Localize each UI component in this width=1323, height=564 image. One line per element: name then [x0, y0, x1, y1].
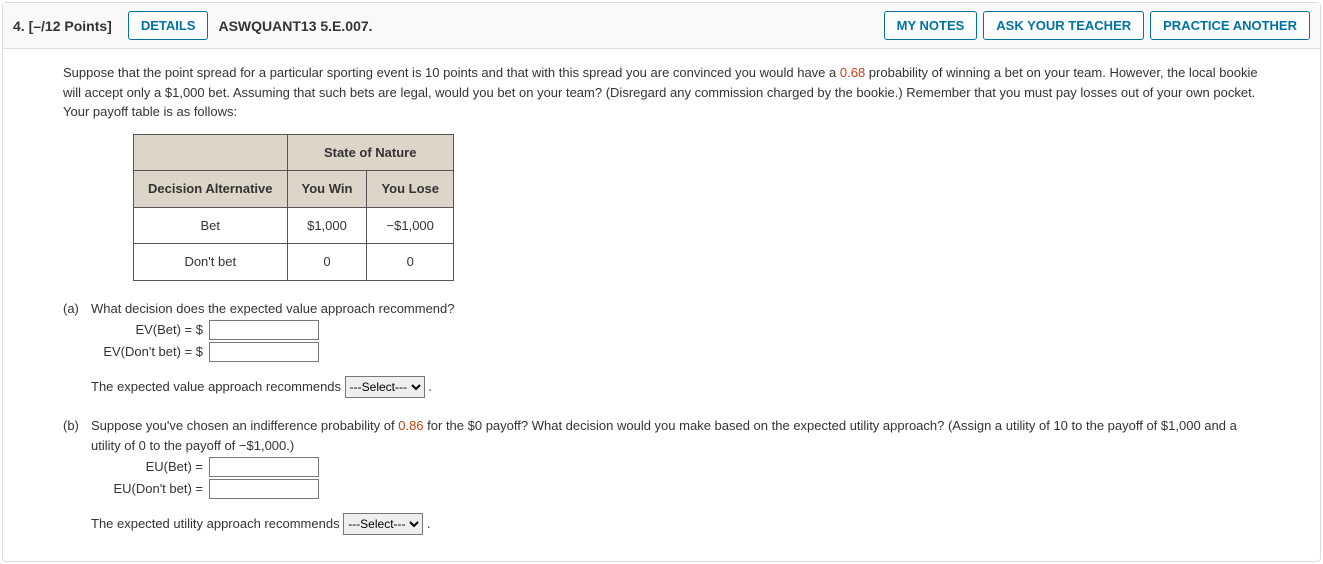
- indiff-prob: 0.86: [398, 418, 423, 433]
- period: .: [427, 516, 431, 531]
- ev-dont-input[interactable]: [209, 342, 319, 362]
- col-you-win: You Win: [287, 171, 367, 208]
- eu-dont-input[interactable]: [209, 479, 319, 499]
- ev-bet-label: EV(Bet) = $: [91, 320, 209, 340]
- my-notes-button[interactable]: MY NOTES: [884, 11, 978, 40]
- part-a-select[interactable]: ---Select---: [345, 376, 425, 398]
- table-row: Don't bet 0 0: [134, 244, 454, 281]
- row-dontbet-lose: 0: [367, 244, 454, 281]
- question-body: Suppose that the point spread for a part…: [3, 49, 1320, 561]
- eu-dont-label: EU(Don't bet) =: [91, 479, 209, 499]
- row-bet-lose: −$1,000: [367, 207, 454, 244]
- row-dontbet-label: Don't bet: [134, 244, 288, 281]
- part-b-select[interactable]: ---Select---: [343, 513, 423, 535]
- state-header: State of Nature: [287, 134, 453, 171]
- part-b: (b) Suppose you've chosen an indifferenc…: [63, 416, 1270, 501]
- part-b-label: (b): [63, 416, 91, 501]
- part-a-label: (a): [63, 299, 91, 365]
- question-number: 4. [–/12 Points]: [13, 18, 112, 34]
- probability-value: 0.68: [840, 65, 865, 80]
- payoff-table: State of Nature Decision Alternative You…: [133, 134, 454, 281]
- ev-bet-input[interactable]: [209, 320, 319, 340]
- ask-teacher-button[interactable]: ASK YOUR TEACHER: [983, 11, 1144, 40]
- reference-code: ASWQUANT13 5.E.007.: [218, 18, 372, 34]
- question-header: 4. [–/12 Points] DETAILS ASWQUANT13 5.E.…: [3, 3, 1320, 49]
- table-row: Bet $1,000 −$1,000: [134, 207, 454, 244]
- part-a: (a) What decision does the expected valu…: [63, 299, 1270, 365]
- eu-bet-label: EU(Bet) =: [91, 457, 209, 477]
- part-a-question: What decision does the expected value ap…: [91, 299, 1270, 319]
- ev-dont-label: EV(Don't bet) = $: [91, 342, 209, 362]
- question-intro: Suppose that the point spread for a part…: [63, 63, 1270, 122]
- row-bet-win: $1,000: [287, 207, 367, 244]
- eu-bet-input[interactable]: [209, 457, 319, 477]
- question-container: 4. [–/12 Points] DETAILS ASWQUANT13 5.E.…: [2, 2, 1321, 562]
- decision-header: Decision Alternative: [134, 171, 288, 208]
- part-b-recommend: The expected utility approach recommends…: [91, 513, 1270, 535]
- practice-another-button[interactable]: PRACTICE ANOTHER: [1150, 11, 1310, 40]
- period: .: [428, 379, 432, 394]
- part-b-question: Suppose you've chosen an indifference pr…: [91, 416, 1270, 455]
- row-bet-label: Bet: [134, 207, 288, 244]
- col-you-lose: You Lose: [367, 171, 454, 208]
- row-dontbet-win: 0: [287, 244, 367, 281]
- details-button[interactable]: DETAILS: [128, 11, 209, 40]
- part-a-recommend: The expected value approach recommends -…: [91, 376, 1270, 398]
- table-corner: [134, 134, 288, 171]
